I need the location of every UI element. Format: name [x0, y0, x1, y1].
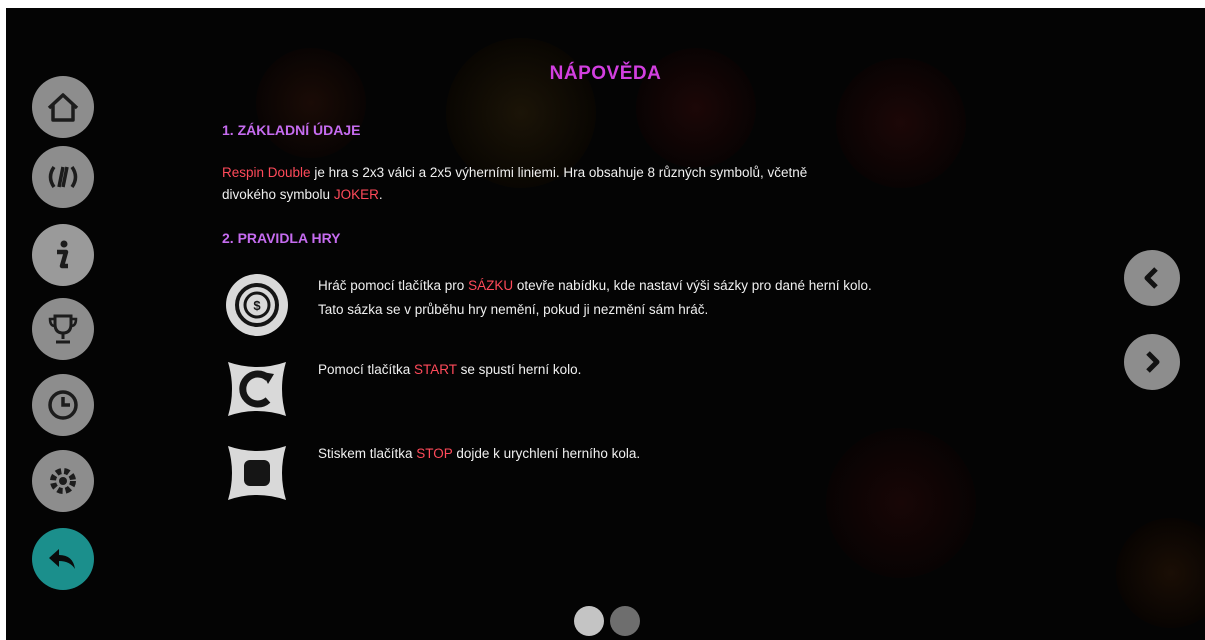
history-icon: [48, 390, 78, 420]
bet-coin-icon: $: [226, 274, 288, 336]
next-page-button[interactable]: [1124, 334, 1180, 390]
stop-icon: [228, 446, 286, 500]
chevron-left-icon: [1144, 267, 1158, 289]
settings-button[interactable]: [32, 450, 94, 512]
settings-icon: [50, 468, 76, 494]
info-icon: [57, 240, 69, 269]
bet-keyword: SÁZKU: [468, 278, 514, 293]
rule-bet-text: Hráč pomocí tlačítka pro SÁZKU otevře na…: [318, 278, 872, 317]
home-icon: [47, 93, 79, 122]
svg-text:$: $: [253, 298, 261, 313]
page-dot-1[interactable]: [574, 606, 604, 636]
game-name: Respin Double: [222, 165, 311, 180]
previous-page-button[interactable]: [1124, 250, 1180, 306]
page-title: NÁPOVĚDA: [549, 63, 662, 84]
intro-text-a: je hra s 2x3 válci a 2x5 výherními linie…: [310, 165, 808, 180]
intro-text-c: .: [378, 187, 383, 202]
stop-keyword: STOP: [416, 446, 453, 461]
back-button[interactable]: [32, 528, 94, 590]
paytable-button[interactable]: [32, 146, 94, 208]
rule-stop-text: Stiskem tlačítka STOP dojde k urychlení …: [318, 446, 641, 461]
rule-start-text: Pomocí tlačítka START se spustí herní ko…: [318, 362, 582, 377]
intro-text-b: divokého symbolu: [222, 187, 334, 202]
intro-paragraph: Respin Double je hra s 2x3 válci a 2x5 v…: [222, 162, 982, 206]
info-button[interactable]: [32, 224, 94, 286]
section-heading-basic-info: 1. ZÁKLADNÍ ÚDAJE: [222, 122, 361, 138]
back-icon: [49, 549, 75, 569]
start-icon: [228, 362, 286, 416]
help-screen: NÁPOVĚDA 1. ZÁKLADNÍ ÚDAJE Respin Double…: [6, 8, 1205, 640]
start-keyword: START: [414, 362, 457, 377]
home-button[interactable]: [32, 76, 94, 138]
paytable-icon: [48, 165, 78, 189]
section-heading-rules: 2. PRAVIDLA HRY: [222, 230, 341, 246]
page-dot-2[interactable]: [610, 606, 640, 636]
trophy-icon: [48, 314, 78, 344]
background-symbol: [1116, 518, 1205, 628]
history-button[interactable]: [32, 374, 94, 436]
chevron-right-icon: [1146, 351, 1160, 373]
trophy-button[interactable]: [32, 298, 94, 360]
wild-symbol-name: JOKER: [333, 187, 379, 202]
